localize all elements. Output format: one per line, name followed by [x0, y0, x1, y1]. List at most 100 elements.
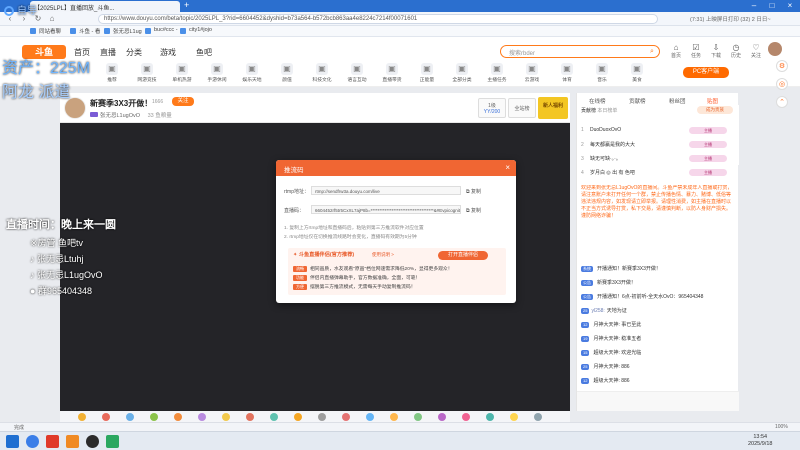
- app-icon[interactable]: [106, 435, 119, 448]
- category-item[interactable]: ▣ 科技文化: [310, 63, 334, 83]
- follow-button[interactable]: 关注: [172, 97, 194, 106]
- maximize-button[interactable]: □: [763, 0, 781, 12]
- category-item[interactable]: ▣ 体育: [555, 63, 579, 83]
- gift-icon[interactable]: [150, 413, 158, 421]
- home-icon[interactable]: ⌂: [46, 14, 58, 24]
- gift-icon[interactable]: [342, 413, 350, 421]
- close-icon[interactable]: ×: [505, 163, 510, 172]
- gift-icon[interactable]: [198, 413, 206, 421]
- level-box[interactable]: 1级 YY/200: [478, 98, 506, 118]
- nav-games[interactable]: 游戏: [160, 47, 176, 58]
- watermark-logo-icon: [4, 6, 14, 17]
- gift-icon[interactable]: [78, 413, 86, 421]
- gift-icon[interactable]: [462, 413, 470, 421]
- category-item[interactable]: ▣ 音乐: [590, 63, 614, 83]
- copy-key-button[interactable]: ⧉ 复制: [466, 207, 481, 214]
- bookmark-item[interactable]: 同站看聊: [30, 27, 61, 36]
- assistant-help-link[interactable]: 使用说明 >: [372, 252, 394, 258]
- category-item[interactable]: ▣ 网游竞技: [135, 63, 159, 83]
- open-assistant-button[interactable]: 打开直播伴侣: [438, 251, 488, 260]
- minimize-button[interactable]: –: [745, 0, 763, 12]
- pc-client-button[interactable]: PC客户端: [683, 67, 729, 78]
- bookmark-item[interactable]: city1#jojo: [180, 27, 212, 36]
- category-item[interactable]: ▣ 娱乐天地: [240, 63, 264, 83]
- obs-icon[interactable]: [86, 435, 99, 448]
- close-window-button[interactable]: ×: [781, 0, 799, 12]
- header-task[interactable]: ☑ 任务: [686, 43, 706, 59]
- tab-fans[interactable]: 粉丝团: [669, 97, 686, 105]
- nav-live[interactable]: 直播: [100, 47, 116, 58]
- stream-key-field[interactable]: 6604452rf5tr5CxXL7ajP8b=****************…: [311, 205, 461, 214]
- app-icon[interactable]: [66, 435, 79, 448]
- room-id: 1666: [152, 99, 164, 105]
- rank-row[interactable]: 4 岁月白 ◎ 出 有 色吧 主播: [581, 169, 735, 178]
- chat-text: 月神大天神: 稳准五者: [593, 336, 642, 342]
- category-icon: ▣: [141, 63, 153, 75]
- tab-online-rank[interactable]: 在线榜: [589, 97, 606, 105]
- chat-input[interactable]: [577, 391, 739, 411]
- category-item[interactable]: ▣ 主播任务: [485, 63, 509, 83]
- category-item[interactable]: ▣ 单机热游: [170, 63, 194, 83]
- gift-icon[interactable]: [438, 413, 446, 421]
- bookmark-item[interactable]: 斗鱼 - 看: [70, 27, 100, 36]
- rank-row[interactable]: 1 DuoDuoxOvO 主播: [581, 127, 735, 136]
- tab-contribution[interactable]: 贡献榜: [629, 97, 646, 105]
- gift-icon[interactable]: [294, 413, 302, 421]
- header-history[interactable]: ◷ 历史: [726, 43, 746, 59]
- rank-row[interactable]: 3 缺无可缺·。·。 主播: [581, 155, 735, 164]
- category-item[interactable]: ▣ 正能量: [415, 63, 439, 83]
- bookmark-item[interactable]: buc#ccc -: [145, 27, 178, 36]
- nav-yuba[interactable]: 鱼吧: [196, 47, 212, 58]
- gift-icon[interactable]: [318, 413, 326, 421]
- gift-icon[interactable]: [366, 413, 374, 421]
- new-tab-button[interactable]: +: [184, 1, 196, 11]
- search-input[interactable]: 搜索rbder: [500, 45, 660, 58]
- gift-icon[interactable]: [414, 413, 422, 421]
- category-item[interactable]: ▣ 推荐: [100, 63, 124, 83]
- gift-icon[interactable]: [270, 413, 278, 421]
- gift-icon[interactable]: [126, 413, 134, 421]
- gift-icon[interactable]: [102, 413, 110, 421]
- category-item[interactable]: ▣ 全部分类: [450, 63, 474, 83]
- tab-stickers[interactable]: 贴图: [707, 97, 718, 105]
- zoom-level[interactable]: 100%: [775, 424, 788, 430]
- gift-icon[interactable]: [246, 413, 254, 421]
- streamer-name[interactable]: 张无忌L1ugOvO 33 鱼粮量: [90, 111, 172, 119]
- nav-category[interactable]: 分类: [126, 47, 142, 58]
- category-item[interactable]: ▣ 直播带货: [380, 63, 404, 83]
- browser-app-icon[interactable]: [26, 435, 39, 448]
- chat-panel: 在线榜 贡献榜 粉丝团 贴图 贡献榜 本日榜单 成为贵族 1 DuoDuoxOvO…: [576, 93, 739, 411]
- system-clock[interactable]: 13:54 2025/9/18: [748, 434, 772, 448]
- rank-row[interactable]: 2 每天都赢是我的大大 主播: [581, 141, 735, 150]
- start-icon[interactable]: [6, 435, 19, 448]
- search-icon[interactable]: ⌕: [644, 45, 660, 58]
- header-download[interactable]: ⇩ 下载: [706, 43, 726, 59]
- gift-icon[interactable]: [222, 413, 230, 421]
- category-item[interactable]: ▣ 云游戏: [520, 63, 544, 83]
- top-icon[interactable]: ⌃: [776, 96, 788, 108]
- rtmp-field[interactable]: rtmp://sendfrw3a.douyu.com/live: [311, 186, 461, 195]
- gift-icon[interactable]: [534, 413, 542, 421]
- header-follow[interactable]: ♡ 关注: [746, 43, 766, 59]
- category-item[interactable]: ▣ 美食: [625, 63, 649, 83]
- rank-box[interactable]: 全站榜: [508, 98, 536, 118]
- gift-icon[interactable]: [486, 413, 494, 421]
- browser-tab[interactable]: 【2025LPL】直播回放_斗鱼...: [30, 1, 180, 12]
- app-icon[interactable]: [46, 435, 59, 448]
- url-input[interactable]: https://www.douyu.com/beta/topic/2025LPL…: [98, 14, 658, 24]
- header-home[interactable]: ⌂ 首页: [666, 43, 686, 59]
- gift-icon[interactable]: ◎: [776, 78, 788, 90]
- category-item[interactable]: ▣ 颜值: [275, 63, 299, 83]
- user-avatar[interactable]: [768, 42, 782, 56]
- gift-icon[interactable]: [510, 413, 518, 421]
- gift-icon[interactable]: [390, 413, 398, 421]
- bookmark-item[interactable]: 张无忌L1ug: [104, 27, 142, 36]
- category-item[interactable]: ▣ 语言互动: [345, 63, 369, 83]
- promo-banner[interactable]: 新人福利: [538, 97, 568, 119]
- category-item[interactable]: ▣ 手游休闲: [205, 63, 229, 83]
- gift-icon[interactable]: [174, 413, 182, 421]
- become-noble-button[interactable]: 成为贵族: [697, 106, 733, 114]
- copy-rtmp-button[interactable]: ⧉ 复制: [466, 188, 481, 195]
- chat-username[interactable]: yl258:: [591, 308, 604, 314]
- settings-icon[interactable]: ⚙: [776, 60, 788, 72]
